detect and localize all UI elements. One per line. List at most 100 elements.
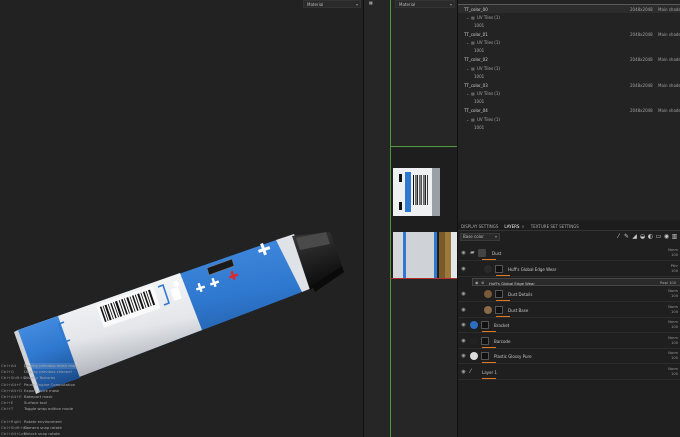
layer-name: Dust xyxy=(492,251,502,256)
layer-mask[interactable] xyxy=(495,305,503,314)
channel-select[interactable]: Base color ▾ xyxy=(460,233,500,241)
layer-thumbnail xyxy=(470,352,478,360)
uv-tile-id: 1001 xyxy=(474,73,485,79)
texture-set-shader[interactable]: Main shader xyxy=(658,32,680,37)
layer-thumbnail xyxy=(484,305,492,314)
layer-blend-mode[interactable]: Norm 100 xyxy=(668,367,678,377)
tab-display-settings[interactable]: DISPLAY SETTINGS xyxy=(458,224,501,229)
grid-icon: ▦ xyxy=(471,116,475,122)
layer-row[interactable]: ◉ Dust Details Norm 100 xyxy=(458,287,680,302)
pen-icon[interactable]: ✎ xyxy=(623,233,630,240)
texture-set-shader[interactable]: Main shader xyxy=(658,83,680,88)
link-icon: ⊗ xyxy=(481,280,485,285)
texture-set-shader[interactable]: Main shader xyxy=(658,57,680,62)
effect-row[interactable]: ◉ ⊗ Huff's Global Edge Wear Repl 100 xyxy=(472,278,680,286)
chevron-down-icon[interactable]: ⌄ xyxy=(466,66,469,71)
viewport-3d[interactable]: Material ▾ Ctrl+Alt Display previous mes… xyxy=(0,0,363,437)
eye-icon[interactable]: ◉ xyxy=(460,338,467,345)
trash-icon[interactable]: ▥ xyxy=(671,233,678,240)
close-icon[interactable]: × xyxy=(521,224,524,229)
uv-tiles-label: UV Tiles (1) xyxy=(477,40,500,45)
bucket-icon[interactable]: ◒ xyxy=(639,233,646,240)
opacity-bar xyxy=(496,274,510,276)
eye-icon[interactable]: ◉ xyxy=(460,369,467,376)
layer-row[interactable]: ◉ Huff's Global Edge Wear Pthr 100 xyxy=(458,262,680,277)
viewport-2d-material-dropdown[interactable]: Material ▾ xyxy=(395,0,455,8)
layer-row[interactable]: ◉ Plastic Glossy Pure Norm 100 xyxy=(458,349,680,364)
layer-row[interactable]: ◉ Dust Base Norm 100 xyxy=(458,303,680,318)
layer-mask[interactable] xyxy=(495,290,503,298)
grid-icon[interactable]: ▦ xyxy=(369,0,373,8)
shortcut-action: Unlock snap rotate xyxy=(24,431,60,437)
layer-blend-mode[interactable]: Norm 100 xyxy=(668,351,678,361)
layer-blend-mode[interactable]: Norm 100 xyxy=(668,305,678,315)
uv-tiles-label: UV Tiles (1) xyxy=(477,14,500,20)
eye-icon[interactable]: ◉ xyxy=(460,322,467,329)
layer-blend-mode[interactable]: Pthr 100 xyxy=(671,264,678,274)
texture-set-resolution[interactable]: 2048x2048 xyxy=(630,83,653,88)
layer-row[interactable]: ◉ ⁄ Layer 1 Norm 100 xyxy=(458,365,680,380)
chevron-down-icon[interactable]: ⌄ xyxy=(466,91,469,96)
eye-icon[interactable]: ◉ xyxy=(460,266,467,273)
layer-opacity: 100 xyxy=(671,325,678,329)
uv-tile-row[interactable]: 1001 xyxy=(458,21,680,30)
brush-icon[interactable]: ⁄ xyxy=(615,233,622,240)
tab-label: TEXTURE SET SETTINGS xyxy=(530,223,579,229)
layer-blend-label: Pthr xyxy=(670,263,678,268)
folder-icon[interactable]: ▭ xyxy=(655,233,662,240)
opacity-bar xyxy=(482,377,496,379)
opacity-bar xyxy=(482,331,496,332)
layer-mask[interactable] xyxy=(481,336,489,345)
shortcut-row: Ctrl+Alt+Left Unlock snap rotate xyxy=(1,431,111,437)
layer-blend-label: Norm xyxy=(668,304,678,309)
tab-layers[interactable]: LAYERS × xyxy=(501,224,527,229)
chevron-down-icon[interactable]: ⌄ xyxy=(466,40,469,45)
uv-tile-row[interactable]: 1001 xyxy=(458,123,680,132)
fill-icon[interactable]: ◢ xyxy=(631,233,638,240)
texture-set-shader[interactable]: Main shader xyxy=(658,108,680,113)
chevron-down-icon: ▾ xyxy=(494,234,497,239)
eye-icon[interactable]: ◉ xyxy=(460,291,467,298)
texture-set-resolution[interactable]: 2048x2048 xyxy=(630,57,653,62)
layer-blend-mode[interactable]: Norm 100 xyxy=(668,289,678,299)
folder-icon: ▰ xyxy=(470,249,475,256)
texture-set-resolution[interactable]: 2048x2048 xyxy=(630,32,653,37)
opacity-bar xyxy=(482,362,496,363)
layer-blend-mode[interactable]: Repl 100 xyxy=(660,281,676,285)
texture-set-resolution[interactable]: 2048x2048 xyxy=(630,7,653,12)
texture-set-resolution[interactable]: 2048x2048 xyxy=(630,108,653,113)
shortcut-hints: Ctrl+Alt Display previous mesh map Ctrl+Q D… xyxy=(1,363,111,437)
layer-opacity: 100 xyxy=(671,268,678,273)
palette-icon[interactable]: ◐ xyxy=(647,233,654,240)
viewport-2d[interactable]: ▦ Material ▾ xyxy=(363,0,457,437)
opacity-bar xyxy=(482,346,496,348)
layer-row[interactable]: ◉ ▰ Dust Norm 100 xyxy=(458,246,680,261)
uv-tile-row[interactable]: 1001 xyxy=(458,97,680,106)
chevron-down-icon[interactable]: ⌄ xyxy=(466,117,469,122)
eye-icon[interactable]: ◉ xyxy=(475,280,479,285)
layer-opacity: 100 xyxy=(671,356,678,360)
layer-mask[interactable] xyxy=(481,321,489,329)
opacity-bar xyxy=(482,259,496,260)
uv-tile-row[interactable]: 1001 xyxy=(458,72,680,81)
uv-tile-row[interactable]: 1001 xyxy=(458,46,680,55)
layer-blend-mode[interactable]: Norm 100 xyxy=(668,336,678,346)
layer-row[interactable]: ◉ Bracket Norm 100 xyxy=(458,318,680,333)
eye-icon[interactable]: ◉ xyxy=(460,353,467,360)
mask-icon[interactable]: ◉ xyxy=(663,233,670,240)
layer-mask[interactable] xyxy=(481,352,489,360)
eye-icon[interactable]: ◉ xyxy=(460,250,467,257)
channel-select-label: Base color xyxy=(463,234,484,239)
tab-texture-set-settings[interactable]: TEXTURE SET SETTINGS xyxy=(528,224,582,229)
chevron-down-icon[interactable]: ⌄ xyxy=(466,15,469,20)
layer-name: Huff's Global Edge Wear xyxy=(489,281,535,286)
layer-opacity: 100 xyxy=(671,294,678,298)
eye-icon[interactable]: ◉ xyxy=(460,307,467,314)
layer-blend-mode[interactable]: Norm 100 xyxy=(668,320,678,330)
layer-mask[interactable] xyxy=(495,264,503,273)
opacity-bar xyxy=(496,315,510,317)
uv-tile-id: 1001 xyxy=(474,99,485,104)
layer-row[interactable]: ◉ Barcode Norm 100 xyxy=(458,334,680,349)
layer-blend-mode[interactable]: Norm 100 xyxy=(668,248,678,258)
texture-set-shader[interactable]: Main shader xyxy=(658,7,680,12)
